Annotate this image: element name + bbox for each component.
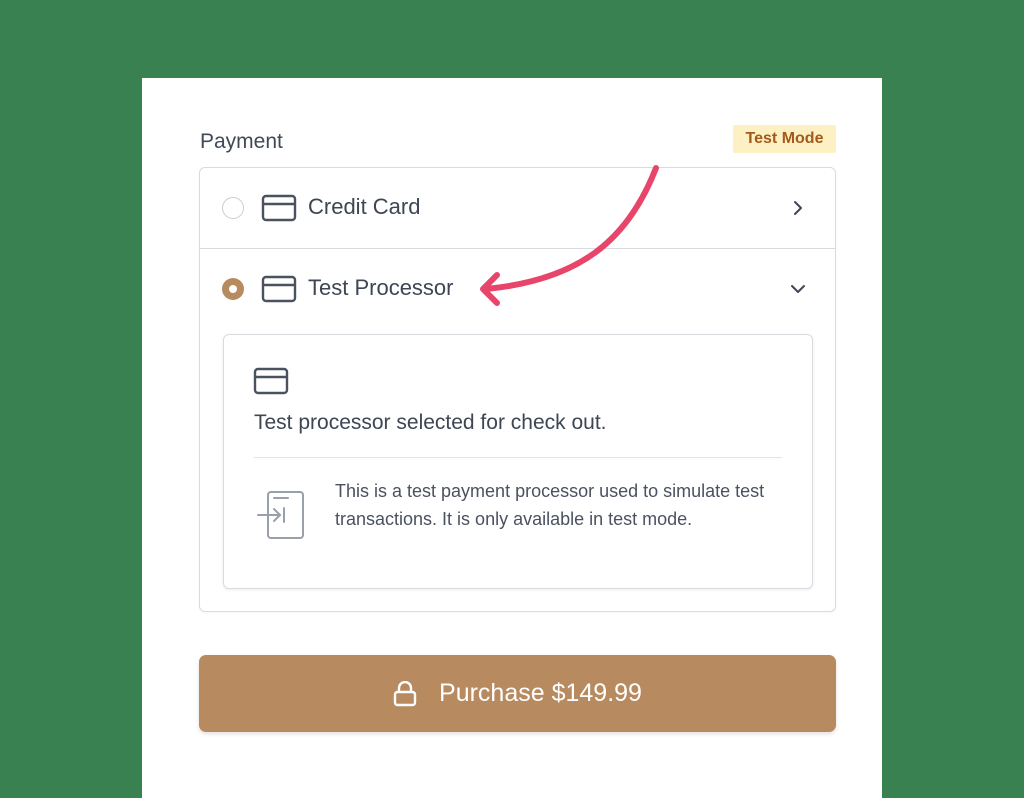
chevron-right-icon <box>794 201 802 215</box>
checkout-panel: Payment Test Mode Credit Card Test Proce… <box>142 78 882 798</box>
details-divider <box>254 457 782 458</box>
login-arrow-icon <box>257 491 304 539</box>
chevron-down-icon <box>791 285 805 293</box>
test-mode-badge: Test Mode <box>733 125 836 153</box>
test-processor-radio[interactable] <box>222 278 244 300</box>
credit-card-icon <box>261 275 297 303</box>
payment-methods: Credit Card Test Processor Test processo… <box>199 167 836 612</box>
details-description: This is a test payment processor used to… <box>335 481 765 529</box>
credit-card-icon <box>261 194 297 222</box>
details-heading: Test processor selected for check out. <box>254 411 607 434</box>
payment-heading: Payment <box>200 130 283 153</box>
test-processor-details: Test processor selected for check out. T… <box>223 334 813 589</box>
payment-method-credit-card[interactable]: Credit Card <box>200 168 835 248</box>
lock-icon <box>393 680 417 706</box>
credit-card-label: Credit Card <box>308 194 421 219</box>
purchase-label: Purchase $149.99 <box>439 679 642 707</box>
purchase-button[interactable]: Purchase $149.99 <box>199 655 836 732</box>
credit-card-icon <box>253 367 289 395</box>
credit-card-radio[interactable] <box>222 197 244 219</box>
test-processor-label: Test Processor <box>308 275 454 300</box>
payment-method-test-processor[interactable]: Test Processor <box>200 249 835 329</box>
